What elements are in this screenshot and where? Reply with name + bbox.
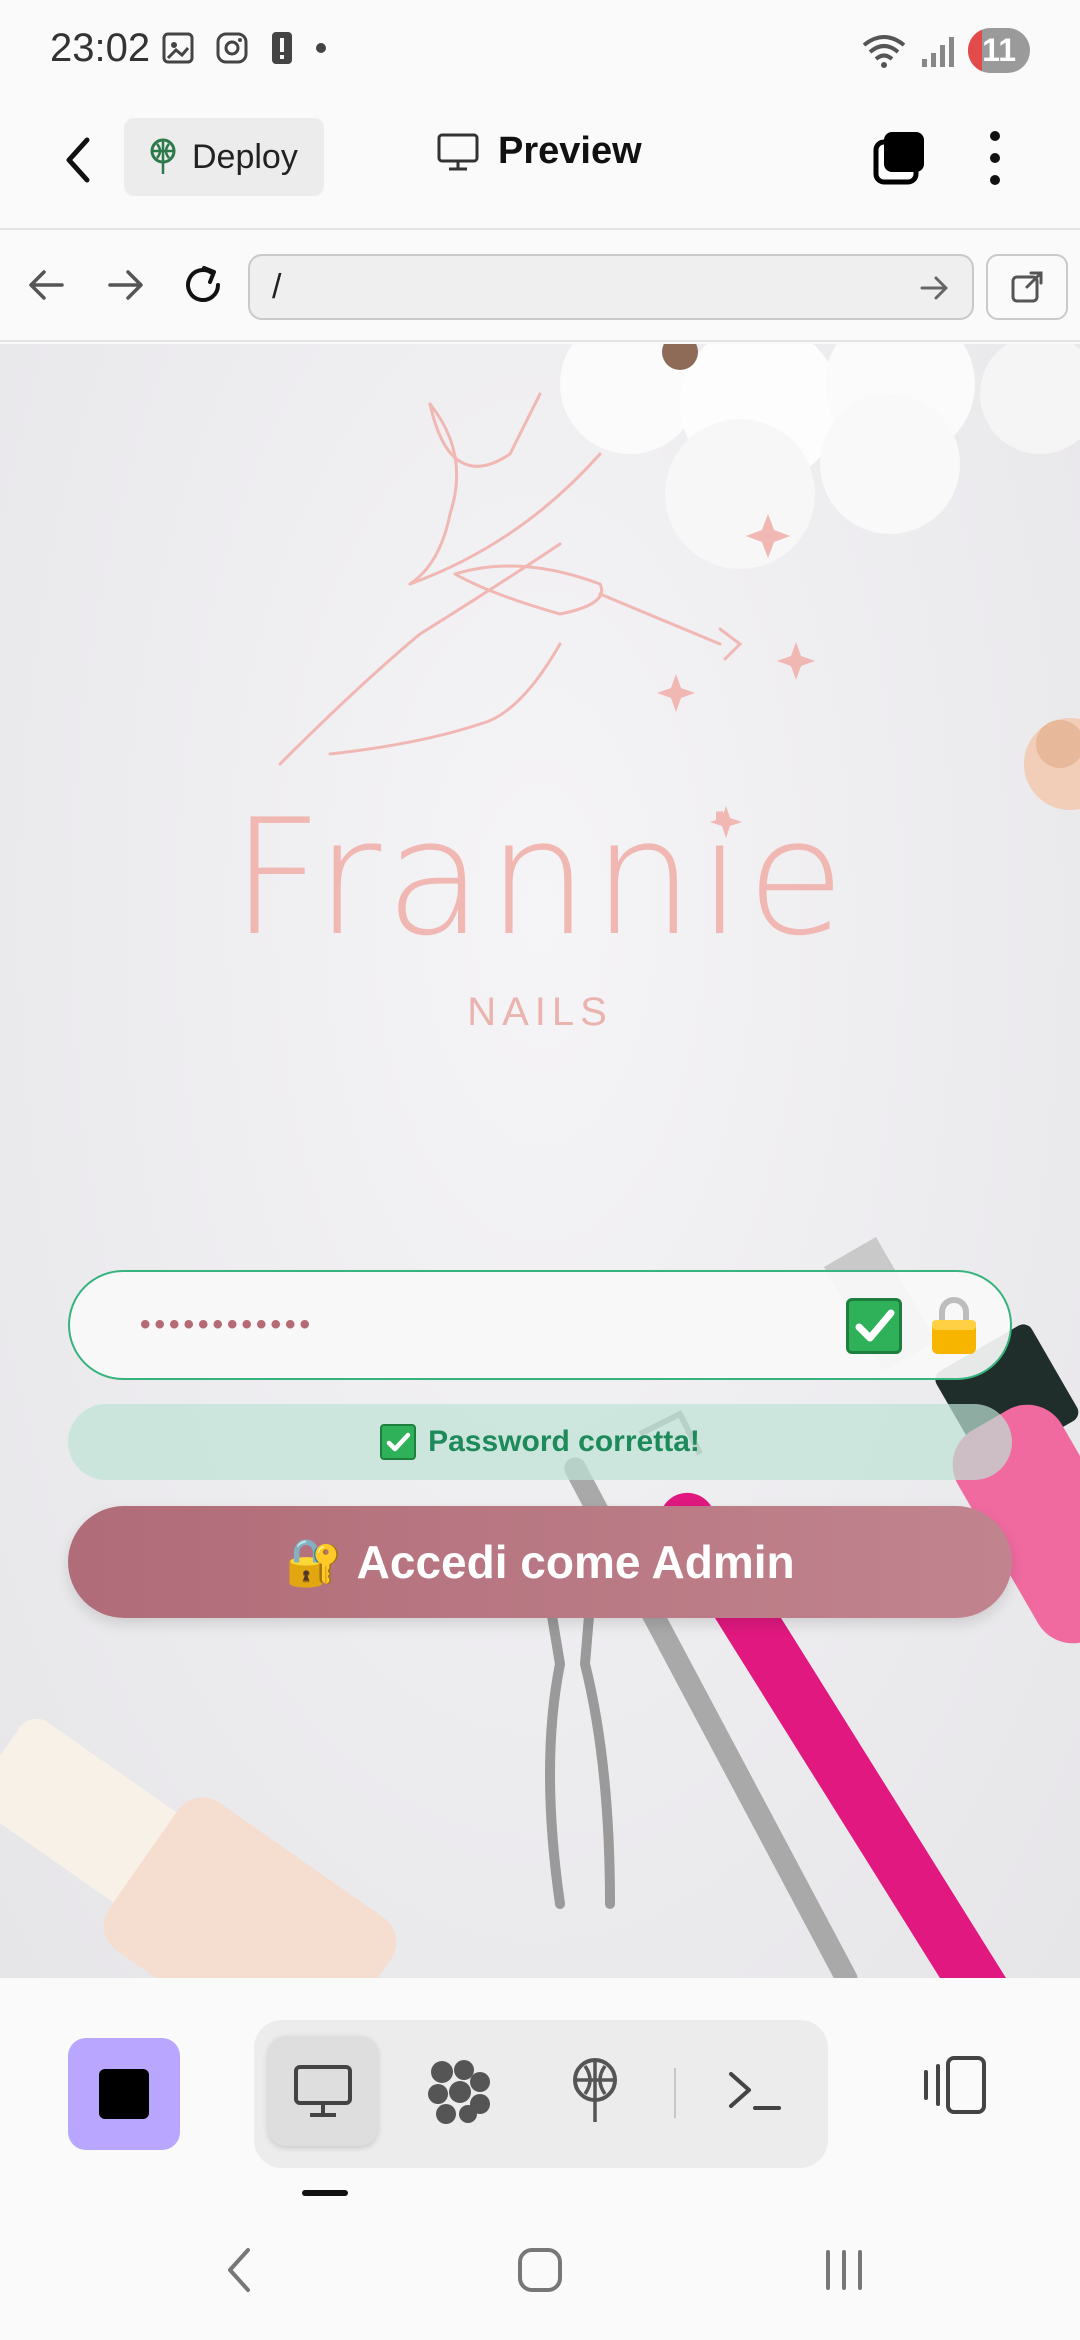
password-value: •••••••••••• (140, 1308, 315, 1341)
app-bar: Deploy Preview (0, 100, 1080, 230)
system-back-icon[interactable] (210, 2240, 270, 2300)
go-arrow-icon[interactable] (914, 268, 954, 308)
notification-icons (160, 30, 328, 66)
browser-back-icon[interactable] (22, 260, 72, 310)
screenshot-icon (162, 32, 194, 64)
background-art (0, 344, 1080, 1978)
deploy-button[interactable]: Deploy (124, 118, 324, 196)
system-icons: 11 (860, 28, 1030, 73)
open-external-button[interactable] (986, 254, 1068, 320)
page-title: Preview (436, 130, 642, 173)
battery-indicator: 11 (968, 28, 1030, 73)
stop-button[interactable] (68, 2038, 180, 2150)
terminal-icon (729, 2072, 781, 2110)
deploy-icon (573, 2058, 617, 2122)
tool-divider (674, 2068, 676, 2118)
nipper-decoration (545, 1599, 615, 1909)
cluster-icon (428, 2060, 490, 2124)
tool-group (254, 2020, 828, 2168)
status-message-text: Password corretta! (428, 1425, 700, 1458)
tool-deploy[interactable] (540, 2036, 650, 2146)
system-navigation (0, 2200, 1080, 2340)
tabs-icon[interactable] (868, 128, 928, 188)
lock-key-icon: 🔐 (285, 1535, 343, 1588)
url-text: / (272, 267, 282, 306)
hand-logo (278, 392, 743, 766)
monitor-icon (294, 2065, 352, 2117)
active-tool-indicator (302, 2190, 348, 2196)
more-options-icon[interactable] (980, 128, 1010, 188)
deploy-label: Deploy (192, 137, 298, 176)
browser-forward-icon[interactable] (100, 260, 150, 310)
screen: { "status_bar": { "time": "23:02", "batt… (0, 0, 1080, 2340)
sparkle-2 (657, 674, 695, 712)
tool-preview[interactable] (268, 2036, 378, 2146)
brand-tagline: NAILS (467, 990, 613, 1034)
password-status-message: Password corretta! (68, 1404, 1012, 1480)
url-input[interactable]: / (248, 254, 974, 320)
monitor-icon (437, 133, 479, 170)
cotton-decoration (560, 344, 1080, 569)
lock-icon[interactable] (928, 1296, 980, 1356)
back-icon[interactable] (55, 130, 105, 190)
status-time: 23:02 (50, 26, 151, 70)
system-home-icon[interactable] (510, 2240, 570, 2300)
admin-login-button[interactable]: 🔐 Accedi come Admin (68, 1506, 1012, 1618)
check-icon (846, 1298, 902, 1354)
system-recents-icon[interactable] (814, 2240, 874, 2300)
sparkle-3 (777, 642, 815, 680)
status-bar: 23:02 11 (0, 0, 1080, 100)
tool-cluster[interactable] (404, 2036, 514, 2146)
layout-toggle-icon[interactable] (920, 2050, 990, 2120)
instagram-icon (216, 32, 248, 64)
page-title-label: Preview (498, 130, 642, 172)
alert-icon (272, 32, 292, 64)
deploy-icon (150, 138, 176, 174)
brand-name: Frannie (231, 784, 849, 971)
external-link-icon (1011, 271, 1043, 303)
signal-icon (922, 36, 955, 67)
check-icon (380, 1424, 417, 1460)
tool-terminal[interactable] (700, 2036, 810, 2146)
reload-icon[interactable] (178, 260, 228, 310)
password-input[interactable]: •••••••••••• (68, 1270, 1012, 1380)
dot-icon (316, 43, 326, 53)
browser-bar: / (0, 232, 1080, 342)
web-preview: Frannie NAILS •••••••••••• Password corr… (0, 344, 1080, 1978)
bottom-toolbar (0, 1980, 1080, 2200)
polish-bottle-decoration (0, 1718, 397, 1978)
stop-icon (99, 2069, 149, 2119)
wifi-icon (862, 34, 906, 68)
admin-login-label: Accedi come Admin (356, 1536, 795, 1588)
